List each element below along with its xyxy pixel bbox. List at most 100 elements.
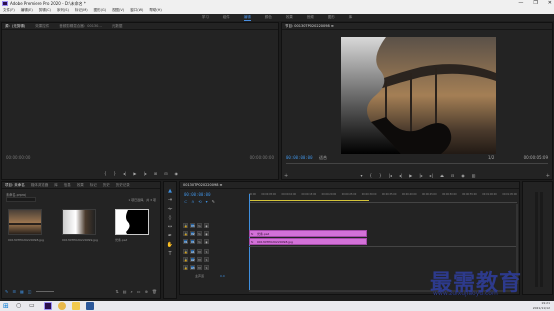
ripple-edit-tool-icon[interactable]: ⟛ [168,206,173,212]
source-patch-v1[interactable]: V1 [183,239,188,244]
workspace-graphics[interactable]: 图形 [328,14,335,21]
workspace-effects[interactable]: 效果 [286,14,293,21]
timeline-clip-v1[interactable]: fx 00130TP020220098.jpg [249,238,367,245]
sync-lock-icon[interactable]: ⇆ [197,223,202,228]
go-to-out-icon[interactable]: ▸| [430,173,433,178]
add-marker-icon[interactable]: ▾ [206,199,208,204]
zoom-slider[interactable] [35,291,54,292]
new-bin-icon[interactable]: ▭ [137,289,141,294]
tab-effects[interactable]: 效果 [77,182,84,188]
track-target[interactable]: A3 [190,265,195,270]
maximize-button[interactable]: ❐ [533,0,537,7]
lift-icon[interactable]: ⏏ [440,173,444,178]
time-ruler[interactable]: 00:00 00:00:05:00 00:00:10:00 00:00:15:0… [249,191,517,203]
workspace-audio[interactable]: 音频 [307,14,314,21]
add-icon[interactable]: + [284,173,288,179]
track-target[interactable]: V3 [190,223,195,228]
tab-sequence[interactable]: 00130TP020220098 ≡ [183,182,222,188]
razor-tool-icon[interactable]: ◊ [169,215,171,221]
overwrite-icon[interactable]: ⊟ [164,171,167,176]
mark-out-icon[interactable]: } [113,171,116,176]
workspace-editing[interactable]: 编辑 [243,14,251,21]
play-icon[interactable]: ▶ [409,173,412,178]
menu-clip[interactable]: 剪辑(C) [39,7,51,14]
eye-icon[interactable]: ◉ [204,223,209,228]
step-back-icon[interactable]: ◂| [123,171,126,176]
system-clock[interactable]: 19:21 2021/11/12 [533,301,550,311]
timeline-clip-v2[interactable]: fx 光条.psd [249,230,367,237]
go-to-in-icon[interactable]: |◂ [389,173,392,178]
wrench-icon[interactable]: ✎ [212,199,215,204]
mute-button[interactable]: M [197,249,202,254]
menu-edit[interactable]: 编辑(E) [21,7,33,14]
export-frame-icon[interactable]: ◉ [175,171,179,176]
step-forward-icon[interactable]: |▸ [143,171,146,176]
mute-button[interactable]: M [197,265,202,270]
pen-tool-icon[interactable]: ✒ [168,233,172,239]
track-target[interactable]: V2 [190,231,195,236]
project-item-thumbnail[interactable] [8,209,42,235]
word-taskbar-icon[interactable] [86,302,94,310]
solo-button[interactable]: S [204,265,209,270]
workspace-learn[interactable]: 学习 [202,14,209,21]
premiere-taskbar-icon[interactable] [44,302,52,310]
new-item-icon[interactable]: ⊕ [145,289,148,294]
track-target[interactable]: V1 [190,239,195,244]
selection-tool-icon[interactable]: ▲ [168,188,172,194]
program-scrubber[interactable] [286,163,548,164]
mark-in-icon[interactable]: { [369,173,372,178]
tab-effect-controls[interactable]: 效果控件 [35,23,49,29]
fit-dropdown[interactable]: 适合 [319,155,327,161]
play-icon[interactable]: ▶ [133,171,136,176]
track-select-tool-icon[interactable]: ⇥ [168,197,172,203]
pencil-icon[interactable]: ✎ [5,289,8,294]
sync-lock-icon[interactable]: ⇆ [197,239,202,244]
project-item-thumbnail[interactable] [62,209,96,235]
tab-media-browser[interactable]: 媒体浏览器 [31,182,49,188]
step-forward-icon[interactable]: |▸ [419,173,422,178]
snap-icon[interactable]: ∩ [191,199,194,204]
hand-tool-icon[interactable]: ✋ [167,242,173,248]
workspace-libraries[interactable]: 库 [349,14,353,21]
tab-info[interactable]: 信息 [64,182,71,188]
tab-audio-clip-mixer[interactable]: 音频剪辑混合器：00130… [59,23,102,29]
master-volume[interactable]: 0.0 [206,274,225,278]
project-item-thumbnail-selected[interactable] [115,209,149,235]
track-lock-icon[interactable]: 🔒 [183,257,188,262]
tab-project[interactable]: 项目: 未命名 [5,182,25,188]
menu-graphics[interactable]: 图形(G) [94,7,106,14]
find-icon[interactable]: ⌕ [131,289,133,294]
file-explorer-taskbar-icon[interactable] [72,302,80,310]
chrome-taskbar-icon[interactable] [58,302,66,310]
linked-selection-icon[interactable]: ⟲ [198,199,201,204]
track-lock-icon[interactable]: 🔒 [183,223,188,228]
icon-view-icon[interactable]: ▦ [20,289,24,294]
project-search-input[interactable] [6,197,36,202]
tab-source[interactable]: 源：(无剪辑) [5,23,25,29]
sync-lock-icon[interactable]: ⇆ [197,231,202,236]
solo-button[interactable]: S [204,249,209,254]
nest-icon[interactable]: ⊂ [184,199,187,204]
menu-view[interactable]: 视图(V) [112,7,124,14]
track-target[interactable]: A1 [190,249,195,254]
insert-icon[interactable]: ⊞ [154,171,157,176]
resolution-dropdown[interactable]: 1/2 [488,155,494,160]
menu-markers[interactable]: 标记(M) [75,7,88,14]
slip-tool-icon[interactable]: ↔ [168,224,172,230]
menu-sequence[interactable]: 序列(S) [57,7,69,14]
close-button[interactable]: ✕ [548,0,552,7]
compare-icon[interactable]: ▥ [472,173,476,178]
list-view-icon[interactable]: ☰ [12,289,16,294]
menu-window[interactable]: 窗口(W) [130,7,143,14]
windows-start-icon[interactable]: ⊞ [3,302,11,310]
track-lock-icon[interactable]: 🔒 [183,265,188,270]
menu-file[interactable]: 文件(F) [3,7,15,14]
freeform-view-icon[interactable]: ◫ [28,289,32,294]
solo-button[interactable]: S [204,257,209,262]
workspace-color[interactable]: 颜色 [265,14,272,21]
track-target[interactable]: A2 [190,257,195,262]
mark-in-icon[interactable]: { [104,171,107,176]
tab-metadata[interactable]: 元数据 [112,23,123,29]
tab-program[interactable]: 节目: 00130TP020220098 ≡ [285,23,334,29]
tab-markers[interactable]: 标记 [90,182,97,188]
